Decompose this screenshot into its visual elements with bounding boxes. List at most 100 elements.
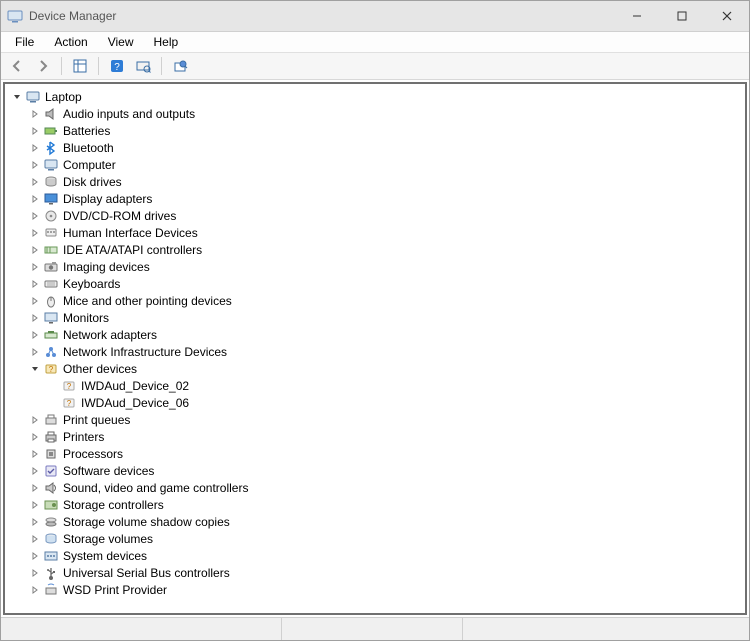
expand-icon[interactable]	[29, 227, 41, 239]
tree-node[interactable]: Bluetooth	[5, 139, 745, 156]
expand-icon[interactable]	[29, 244, 41, 256]
tree-node[interactable]: Storage volume shadow copies	[5, 513, 745, 530]
tree-node[interactable]: Universal Serial Bus controllers	[5, 564, 745, 581]
expand-icon[interactable]	[29, 584, 41, 596]
toolbar-forward-button[interactable]	[31, 54, 55, 78]
tree-node[interactable]: ?IWDAud_Device_06	[5, 394, 745, 411]
menu-help[interactable]: Help	[144, 33, 189, 51]
menu-action[interactable]: Action	[44, 33, 97, 51]
hid-icon	[43, 225, 59, 241]
expand-icon[interactable]	[29, 499, 41, 511]
device-tree-panel[interactable]: LaptopAudio inputs and outputs BatteriesB…	[3, 82, 747, 615]
expand-icon[interactable]	[29, 465, 41, 477]
maximize-button[interactable]	[659, 1, 704, 31]
tree-node-label: IWDAud_Device_06	[81, 396, 189, 410]
software-icon	[43, 463, 59, 479]
minimize-button[interactable]	[614, 1, 659, 31]
toolbar-back-button[interactable]	[5, 54, 29, 78]
tree-node-label: WSD Print Provider	[63, 583, 167, 597]
tree-node[interactable]: Network adapters	[5, 326, 745, 343]
statusbar-cell	[1, 618, 282, 640]
tree-node[interactable]: Printers	[5, 428, 745, 445]
tree-node-label: Print queues	[63, 413, 130, 427]
toolbar-help-button[interactable]: ?	[105, 54, 129, 78]
tree-node[interactable]: ?IWDAud_Device_02	[5, 377, 745, 394]
expand-icon[interactable]	[29, 108, 41, 120]
svg-text:?: ?	[67, 382, 72, 391]
window-buttons	[614, 1, 749, 31]
tree-node[interactable]: Disk drives	[5, 173, 745, 190]
tree-node-label: Keyboards	[63, 277, 120, 291]
expand-icon[interactable]	[29, 159, 41, 171]
tree-node[interactable]: Storage volumes	[5, 530, 745, 547]
tree-node-label: Printers	[63, 430, 104, 444]
tree-node[interactable]: Network Infrastructure Devices	[5, 343, 745, 360]
tree-node[interactable]: Human Interface Devices	[5, 224, 745, 241]
expand-icon[interactable]	[29, 482, 41, 494]
expand-icon[interactable]	[29, 142, 41, 154]
tree-node-label: Sound, video and game controllers	[63, 481, 248, 495]
toolbar-show-hide-tree-button[interactable]	[68, 54, 92, 78]
expand-icon[interactable]	[29, 414, 41, 426]
tree-node[interactable]: Computer	[5, 156, 745, 173]
window-title: Device Manager	[29, 9, 116, 23]
expand-icon[interactable]	[29, 431, 41, 443]
tree-node[interactable]: DVD/CD-ROM drives	[5, 207, 745, 224]
expand-icon[interactable]	[29, 346, 41, 358]
tree-node-label: System devices	[63, 549, 147, 563]
expand-icon[interactable]	[29, 567, 41, 579]
expand-icon[interactable]	[29, 125, 41, 137]
tree-node[interactable]: WSD Print Provider	[5, 581, 745, 598]
tree-node[interactable]: Print queues	[5, 411, 745, 428]
display-icon	[43, 191, 59, 207]
tree-node-label: Batteries	[63, 124, 110, 138]
computer-icon	[43, 157, 59, 173]
tree-node[interactable]: Mice and other pointing devices	[5, 292, 745, 309]
tree-node[interactable]: IDE ATA/ATAPI controllers	[5, 241, 745, 258]
tree-node-label: Disk drives	[63, 175, 122, 189]
tree-node[interactable]: Sound, video and game controllers	[5, 479, 745, 496]
expand-icon[interactable]	[29, 516, 41, 528]
disk-icon	[43, 174, 59, 190]
storage-icon	[43, 497, 59, 513]
tree-node[interactable]: Keyboards	[5, 275, 745, 292]
tree-node-label: Processors	[63, 447, 123, 461]
expand-icon[interactable]	[29, 193, 41, 205]
expand-icon[interactable]	[29, 312, 41, 324]
toolbar-scan-hardware-button[interactable]	[131, 54, 155, 78]
expand-icon[interactable]	[29, 329, 41, 341]
tree-node[interactable]: Processors	[5, 445, 745, 462]
expander-placeholder	[47, 380, 59, 392]
tree-node[interactable]: System devices	[5, 547, 745, 564]
tree-node[interactable]: Storage controllers	[5, 496, 745, 513]
wsd-icon	[43, 582, 59, 598]
tree-node[interactable]: Batteries	[5, 122, 745, 139]
tree-node-label: Software devices	[63, 464, 154, 478]
expand-icon[interactable]	[29, 448, 41, 460]
toolbar-separator	[98, 57, 99, 75]
tree-node[interactable]: Software devices	[5, 462, 745, 479]
expand-icon[interactable]	[29, 278, 41, 290]
tree-node[interactable]: ?Other devices	[5, 360, 745, 377]
tree-node[interactable]: Imaging devices	[5, 258, 745, 275]
expand-icon[interactable]	[29, 295, 41, 307]
tree-node[interactable]: Display adapters	[5, 190, 745, 207]
tree-node[interactable]: Audio inputs and outputs	[5, 105, 745, 122]
expand-icon[interactable]	[29, 533, 41, 545]
collapse-icon[interactable]	[29, 363, 41, 375]
toolbar-properties-button[interactable]	[168, 54, 192, 78]
tree-node-label: Human Interface Devices	[63, 226, 198, 240]
menu-file[interactable]: File	[5, 33, 44, 51]
expand-icon[interactable]	[29, 261, 41, 273]
system-icon	[43, 548, 59, 564]
titlebar: Device Manager	[1, 1, 749, 32]
expand-icon[interactable]	[29, 550, 41, 562]
tree-node-label: Storage controllers	[63, 498, 164, 512]
collapse-icon[interactable]	[11, 91, 23, 103]
tree-node[interactable]: Monitors	[5, 309, 745, 326]
expand-icon[interactable]	[29, 176, 41, 188]
close-button[interactable]	[704, 1, 749, 31]
expand-icon[interactable]	[29, 210, 41, 222]
tree-root-node[interactable]: Laptop	[5, 88, 745, 105]
menu-view[interactable]: View	[98, 33, 144, 51]
